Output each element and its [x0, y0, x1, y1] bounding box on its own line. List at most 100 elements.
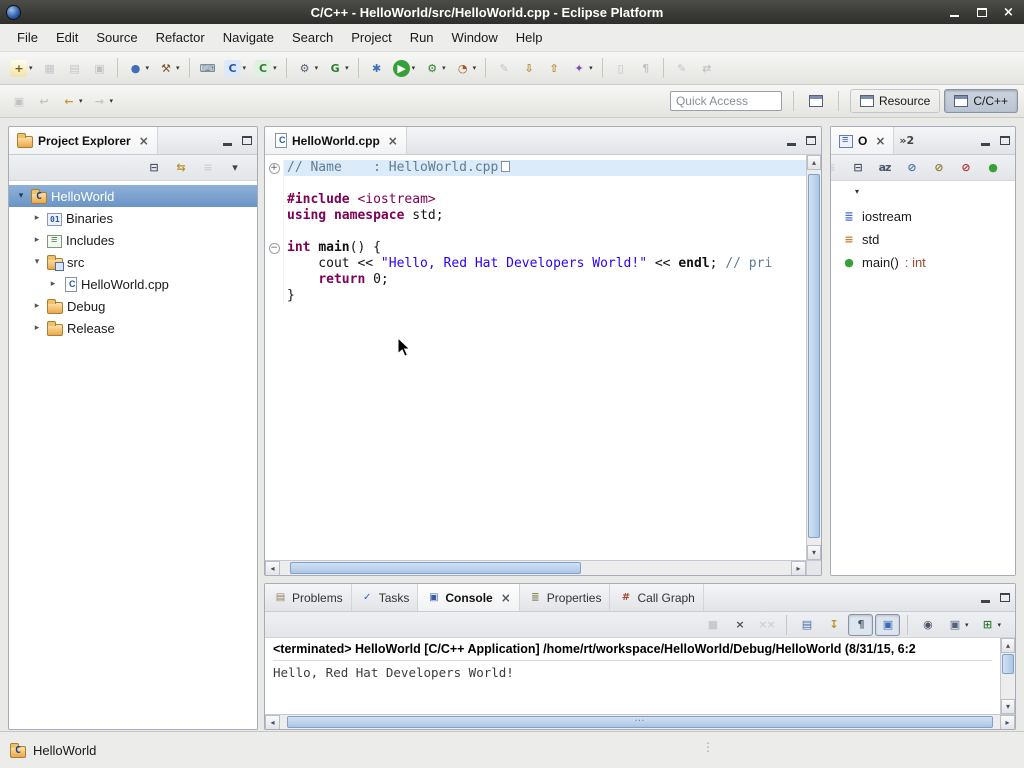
- tab-console[interactable]: ▣Console×: [418, 584, 519, 611]
- close-icon[interactable]: ×: [501, 591, 511, 605]
- tab-tasks[interactable]: ✓Tasks: [352, 584, 419, 611]
- expand-arrow-icon[interactable]: ▾: [15, 191, 27, 201]
- dropdown-arrow-icon[interactable]: ▾: [589, 64, 593, 72]
- sort-button[interactable]: az: [872, 157, 897, 179]
- new-cpp-project-button[interactable]: C▾: [220, 56, 251, 80]
- tab-helloworld-cpp[interactable]: HelloWorld.cpp ×: [265, 127, 407, 154]
- menu-file[interactable]: File: [8, 26, 47, 49]
- expand-arrow-icon[interactable]: ▾: [31, 257, 43, 267]
- maximize-view-icon[interactable]: [237, 127, 257, 154]
- minimize-view-icon[interactable]: [781, 127, 801, 154]
- dropdown-arrow-icon[interactable]: ▾: [110, 97, 114, 105]
- view-menu-button[interactable]: ▾: [222, 157, 247, 179]
- link-green-button[interactable]: ●: [980, 157, 1005, 179]
- folded-region-indicator[interactable]: [501, 161, 510, 172]
- tab-properties[interactable]: ≣Properties: [520, 584, 611, 611]
- outline-item-main[interactable]: ●main() : int: [841, 251, 1015, 274]
- maximize-view-icon[interactable]: [995, 584, 1015, 611]
- tree-item-src[interactable]: ▾src: [9, 251, 257, 273]
- link-editor-button[interactable]: ⇆: [168, 157, 193, 179]
- close-icon[interactable]: ×: [875, 134, 885, 148]
- show-on-output-button[interactable]: ▣: [875, 614, 900, 636]
- remove-launch-button[interactable]: ×: [727, 614, 752, 636]
- maximize-icon[interactable]: [974, 5, 989, 20]
- menu-source[interactable]: Source: [87, 26, 146, 49]
- display-console-button[interactable]: ▣▾: [942, 614, 973, 636]
- scroll-left-icon[interactable]: ◂: [265, 561, 280, 576]
- menu-edit[interactable]: Edit: [47, 26, 87, 49]
- run-history-button[interactable]: ◔▾: [450, 56, 481, 80]
- scroll-track[interactable]: [1001, 653, 1015, 699]
- external-tools-button[interactable]: ⚙▾: [292, 56, 323, 80]
- tree-item-binaries[interactable]: ▸Binaries: [9, 207, 257, 229]
- maximize-view-icon[interactable]: [995, 127, 1015, 154]
- build-button[interactable]: ⚒▾: [153, 56, 184, 80]
- open-console-button[interactable]: ⊞▾: [974, 614, 1005, 636]
- scroll-up-icon[interactable]: ▴: [1001, 638, 1015, 653]
- outline-item-std[interactable]: ≡std: [841, 228, 1015, 251]
- tree-item-helloworld[interactable]: ▾HelloWorld: [9, 185, 257, 207]
- expand-arrow-icon[interactable]: ▸: [31, 301, 43, 311]
- dropdown-arrow-icon[interactable]: ▾: [315, 64, 319, 72]
- scroll-thumb[interactable]: [808, 174, 820, 538]
- expand-fold-icon[interactable]: +: [269, 163, 280, 174]
- dropdown-arrow-icon[interactable]: ▾: [176, 64, 180, 72]
- debug-attach-button[interactable]: ●▾: [123, 56, 154, 80]
- collapse-fold-icon[interactable]: −: [269, 243, 280, 254]
- tree-item-debug[interactable]: ▸Debug: [9, 295, 257, 317]
- dropdown-arrow-icon[interactable]: ▾: [146, 64, 150, 72]
- console-output-area[interactable]: <terminated> HelloWorld [C/C++ Applicati…: [265, 638, 1000, 714]
- menu-run[interactable]: Run: [401, 26, 443, 49]
- expand-arrow-icon[interactable]: ▸: [31, 235, 43, 245]
- scroll-track[interactable]: [280, 561, 791, 575]
- scroll-thumb[interactable]: [287, 716, 993, 728]
- tab-project-explorer[interactable]: Project Explorer ×: [9, 127, 158, 154]
- search-wizard-button[interactable]: ✦▾: [566, 56, 597, 80]
- profile-button[interactable]: ⚙▾: [419, 56, 450, 80]
- scroll-right-icon[interactable]: ▸: [791, 561, 806, 576]
- maximize-view-icon[interactable]: [801, 127, 821, 154]
- tree-item-includes[interactable]: ▸Includes: [9, 229, 257, 251]
- menu-search[interactable]: Search: [283, 26, 342, 49]
- menu-navigate[interactable]: Navigate: [214, 26, 283, 49]
- outline-item-iostream[interactable]: ≣iostream: [841, 205, 1015, 228]
- export-button[interactable]: ⇧: [541, 56, 566, 80]
- close-icon[interactable]: ×: [1001, 5, 1016, 20]
- tree-item-helloworld-cpp[interactable]: ▸HelloWorld.cpp: [9, 273, 257, 295]
- outline-list[interactable]: ≣iostream≡std●main() : int: [831, 201, 1015, 575]
- scroll-down-icon[interactable]: ▾: [807, 545, 821, 560]
- debug-button[interactable]: ✱: [364, 56, 389, 80]
- collapse-all-button[interactable]: ⊟: [845, 157, 870, 179]
- menu-project[interactable]: Project: [342, 26, 400, 49]
- dropdown-arrow-icon[interactable]: ▾: [273, 64, 277, 72]
- new-cpp-class-button[interactable]: C▾: [250, 56, 281, 80]
- run-button[interactable]: ▶▾: [389, 56, 420, 80]
- dropdown-arrow-icon[interactable]: ▾: [29, 64, 33, 72]
- hide-static-button[interactable]: ⊘: [926, 157, 951, 179]
- dropdown-arrow-icon[interactable]: ▾: [473, 64, 477, 72]
- expand-arrow-icon[interactable]: ▸: [47, 279, 59, 289]
- menu-window[interactable]: Window: [443, 26, 507, 49]
- stacked-views-badge[interactable]: »2: [894, 127, 919, 154]
- close-icon[interactable]: ×: [139, 134, 149, 148]
- coverage-button[interactable]: G▾: [322, 56, 353, 80]
- minimize-view-icon[interactable]: [975, 584, 995, 611]
- quick-access-input[interactable]: [670, 91, 782, 111]
- clear-console-button[interactable]: ▤: [794, 614, 819, 636]
- scroll-lock-button[interactable]: ↧: [821, 614, 846, 636]
- hide-non-public-button[interactable]: ⊘: [953, 157, 978, 179]
- scroll-down-icon[interactable]: ▾: [1001, 699, 1015, 714]
- expand-arrow-icon[interactable]: ▸: [31, 213, 43, 223]
- dropdown-arrow-icon[interactable]: ▾: [243, 64, 247, 72]
- tab-call-graph[interactable]: #Call Graph: [610, 584, 703, 611]
- scroll-thumb[interactable]: [1002, 654, 1014, 674]
- sash-grip-icon[interactable]: ⋮: [702, 740, 714, 754]
- new-button[interactable]: +▾: [6, 56, 37, 80]
- dropdown-arrow-icon[interactable]: ▾: [412, 64, 416, 72]
- dropdown-arrow-icon[interactable]: ▾: [79, 97, 83, 105]
- tab-outline[interactable]: O ×: [831, 127, 894, 154]
- pin-console-button[interactable]: ◉: [915, 614, 940, 636]
- minimize-view-icon[interactable]: [217, 127, 237, 154]
- open-perspective-button[interactable]: [805, 89, 827, 113]
- scroll-track[interactable]: [807, 170, 821, 545]
